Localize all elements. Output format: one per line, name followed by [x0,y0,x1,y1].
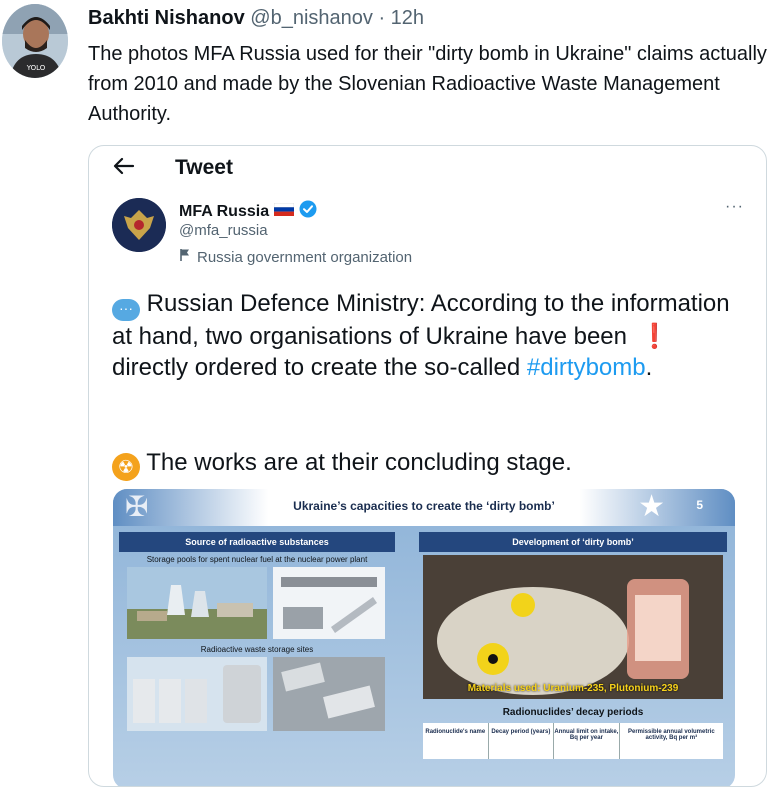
mfa-avatar[interactable] [112,198,166,252]
exclamation-icon: ❗ [639,323,670,350]
hashtag-link[interactable]: #dirtybomb [527,354,646,381]
header-separator: · [378,7,386,29]
quoted-works-line: ☢ The works are at their concluding stag… [112,447,572,481]
russia-flag-icon [273,202,295,221]
author-handle[interactable]: @b_nishanov [250,7,373,29]
tweet-media-image[interactable]: ✠ Ukraine’s capacities to create the ‘di… [113,489,735,786]
left-panel-sub2: Radioactive waste storage sites [200,645,314,654]
fuel-assembly-diagram [273,567,385,639]
mfa-display-name[interactable]: MFA Russia [179,203,269,221]
slide-number: 5 [696,498,703,512]
tweet-time[interactable]: 12h [391,7,424,29]
mfa-name-row: MFA Russia [179,200,317,223]
decay-table: Radionuclide's name Decay period (years)… [423,723,723,759]
author-name[interactable]: Bakhti Nishanov [88,7,245,29]
more-options-icon[interactable]: ··· [725,198,744,216]
left-panel-heading: Source of radioactive substances [119,532,395,552]
decay-col-period: Decay period (years) [489,723,555,759]
decay-col-activity: Permissible annual volumetric activity, … [627,729,715,741]
flag-icon [179,248,191,266]
aerial-site-photo [273,657,385,731]
quoted-tweet-card[interactable]: Tweet MFA Russia @mfa_russia Russia gove… [88,145,767,787]
government-label-text: Russia government organization [197,248,413,266]
tweet-text: The photos MFA Russia used for their "di… [88,43,767,125]
decay-table-title: Radionuclides’ decay periods [502,707,644,718]
arrow-left-icon[interactable] [113,155,135,183]
svg-text:YOLO: YOLO [26,64,46,72]
government-label: Russia government organization [179,248,412,266]
decay-col-intake: Annual limit on intake, Bq per year [554,723,620,759]
quoted-header-title: Tweet [175,156,233,179]
quoted-text-part2: directly ordered to create the so-called [112,354,521,381]
waste-storage-photo [127,657,267,731]
radioactive-icon: ☢ [112,453,140,481]
right-panel-heading: Development of ‘dirty bomb’ [419,532,727,552]
nuclear-plant-photo [127,567,267,639]
materials-caption: Materials used: Uranium-235, Plutonium-2… [467,683,679,694]
quoted-topbar: Tweet [89,146,766,192]
speech-balloon-icon: ··· [112,299,140,321]
mfa-handle[interactable]: @mfa_russia [179,222,268,239]
dirty-bomb-photo [423,555,723,699]
left-panel-sub1: Storage pools for spent nuclear fuel at … [146,555,368,564]
decay-col-name: Radionuclide's name [423,723,489,759]
quoted-tweet-text: ··· Russian Defence Ministry: According … [112,288,752,383]
works-text: The works are at their concluding stage. [146,449,572,476]
quoted-text-period: . [645,354,653,381]
verified-badge-icon [299,200,317,223]
author-avatar[interactable]: YOLO [2,4,68,78]
tweet-header: Bakhti Nishanov @b_nishanov · 12h [88,7,424,30]
star-emblem-icon: ★ [638,490,665,523]
